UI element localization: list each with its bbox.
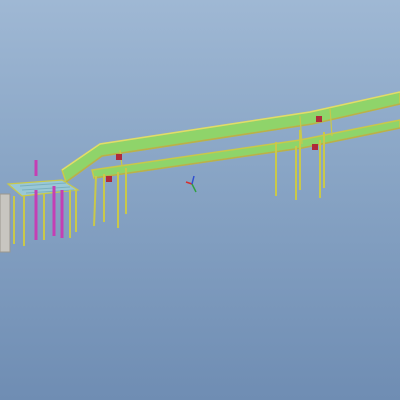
concrete-pier xyxy=(0,193,11,253)
conveyor-model[interactable] xyxy=(0,0,400,400)
motor-icon xyxy=(106,176,112,182)
motor-icon xyxy=(316,116,322,122)
coordinate-triad-icon xyxy=(185,175,197,193)
motor-icon xyxy=(312,144,318,150)
station-columns xyxy=(34,160,64,240)
3d-model-viewport[interactable] xyxy=(0,0,400,400)
station-platform xyxy=(6,179,80,197)
motor-icon xyxy=(116,154,122,160)
station-legs xyxy=(13,190,77,246)
